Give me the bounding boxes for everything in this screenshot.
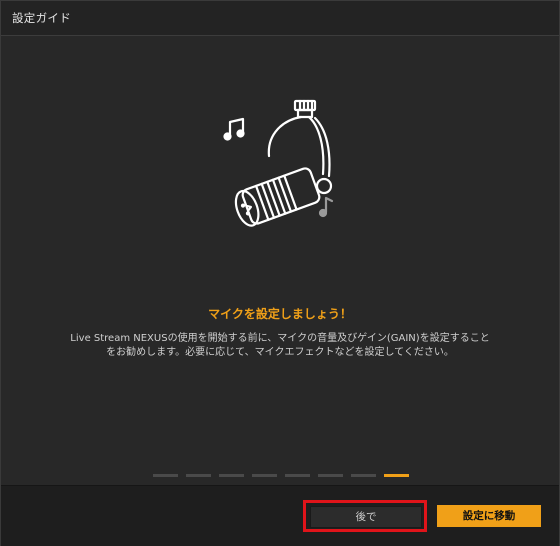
window-title: 設定ガイド [12, 11, 71, 25]
music-note-icon [318, 196, 334, 218]
later-button[interactable]: 後で [310, 506, 422, 528]
guide-heading: マイクを設定しましょう！ [208, 307, 352, 321]
guide-content: マイクを設定しましょう！ Live Stream NEXUSの使用を開始する前に… [1, 36, 559, 485]
step-dot [153, 474, 178, 477]
step-dot-active [384, 474, 409, 477]
step-dot [318, 474, 343, 477]
step-dot [351, 474, 376, 477]
step-dot [285, 474, 310, 477]
dialog-footer: 後で 設定に移動 [1, 485, 559, 546]
guide-description: Live Stream NEXUSの使用を開始する前に、マイクの音量及びゲイン(… [70, 333, 490, 358]
go-to-settings-button[interactable]: 設定に移動 [437, 505, 541, 527]
microphone-icon [223, 99, 334, 227]
title-bar: 設定ガイド [1, 1, 559, 36]
music-note-icon [223, 117, 245, 141]
step-dot [219, 474, 244, 477]
step-dot [186, 474, 211, 477]
step-dot [252, 474, 277, 477]
setup-guide-window: 設定ガイド マイクを設定しましょう！ Live Stream NEXUSの使用を… [0, 0, 560, 546]
step-indicator [153, 474, 409, 477]
